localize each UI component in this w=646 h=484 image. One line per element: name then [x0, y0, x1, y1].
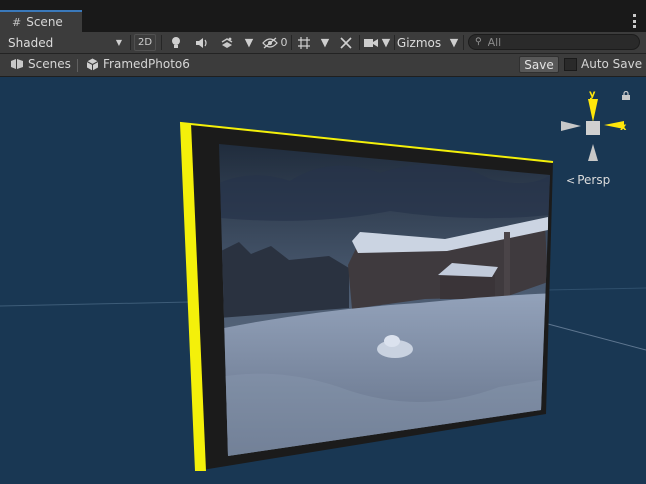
hash-grid-icon: # — [12, 15, 22, 29]
projection-toggle[interactable]: < Persp — [566, 173, 610, 187]
projection-label: Persp — [577, 173, 611, 187]
toolbar-divider — [359, 35, 360, 50]
audio-toggle-icon[interactable] — [193, 34, 211, 51]
tab-scene[interactable]: # Scene — [0, 10, 82, 32]
tab-scene-label: Scene — [26, 15, 63, 29]
shading-mode-dropdown[interactable]: Shaded ▼ — [4, 33, 126, 52]
effects-dropdown-chevron-icon[interactable]: ▼ — [244, 34, 254, 51]
camera-dropdown-chevron-icon[interactable]: ▼ — [381, 34, 391, 51]
search-icon: ⚲ — [475, 37, 482, 47]
toolbar-divider — [161, 35, 162, 50]
breadcrumb-scenes[interactable]: Scenes — [10, 57, 71, 71]
tools-icon[interactable] — [337, 34, 355, 51]
framed-photo-object[interactable]: y x — [0, 77, 646, 484]
shading-mode-label: Shaded — [8, 35, 54, 50]
grid-axis-line — [0, 301, 191, 307]
toolbar-divider — [463, 35, 464, 50]
effects-toggle-icon[interactable] — [218, 34, 236, 51]
gizmo-x-label: x — [620, 122, 627, 133]
grid-axis-line — [547, 323, 646, 351]
auto-save-toggle[interactable]: Auto Save — [564, 57, 642, 71]
gizmo-center-cube — [586, 121, 600, 135]
gizmo-y-label: y — [589, 89, 596, 100]
auto-save-checkbox[interactable] — [564, 57, 577, 71]
toolbar-divider — [291, 35, 292, 50]
auto-save-label: Auto Save — [581, 57, 643, 71]
chevron-down-icon: ▼ — [115, 38, 122, 47]
scenes-back-icon — [11, 59, 23, 69]
gizmos-dropdown-chevron-icon[interactable]: ▼ — [449, 34, 459, 51]
save-button[interactable]: Save — [519, 56, 559, 73]
orientation-gizmo[interactable]: y x — [561, 89, 627, 161]
winter-photo — [219, 144, 550, 456]
search-field[interactable]: ⚲ — [468, 34, 640, 50]
lock-icon[interactable] — [622, 91, 630, 100]
toolbar-divider — [394, 35, 395, 50]
grid-axis-line — [545, 287, 646, 291]
scene-toolbar: Shaded ▼ 2D ▼ 0 ▼ ▼ Gizmos ▼ ⚲ — [0, 32, 646, 54]
prefab-cube-icon — [86, 58, 99, 70]
breadcrumb-prefab-label: FramedPhoto6 — [103, 57, 190, 71]
more-options-icon[interactable] — [632, 14, 636, 28]
tab-strip: # Scene — [0, 0, 646, 32]
breadcrumb-divider — [77, 59, 78, 72]
toolbar-divider — [130, 35, 131, 50]
lighting-toggle-icon[interactable] — [168, 34, 184, 51]
gizmos-button[interactable]: Gizmos — [397, 34, 441, 51]
breadcrumb-scenes-label: Scenes — [28, 57, 71, 71]
perspective-icon: < — [566, 173, 576, 187]
search-input[interactable] — [485, 34, 630, 50]
hidden-objects-eye-icon[interactable] — [261, 34, 279, 51]
gizmo-y-arrow — [588, 99, 598, 122]
breadcrumb: Scenes FramedPhoto6 Save Auto Save — [0, 54, 646, 77]
breadcrumb-prefab[interactable]: FramedPhoto6 — [86, 57, 190, 71]
grid-snapping-icon[interactable] — [295, 34, 313, 51]
scene-viewport[interactable]: y x < Persp — [0, 77, 646, 484]
camera-icon[interactable] — [363, 34, 379, 51]
hidden-objects-count: 0 — [280, 36, 288, 49]
grid-dropdown-chevron-icon[interactable]: ▼ — [320, 34, 330, 51]
toggle-2d-button[interactable]: 2D — [134, 34, 156, 51]
